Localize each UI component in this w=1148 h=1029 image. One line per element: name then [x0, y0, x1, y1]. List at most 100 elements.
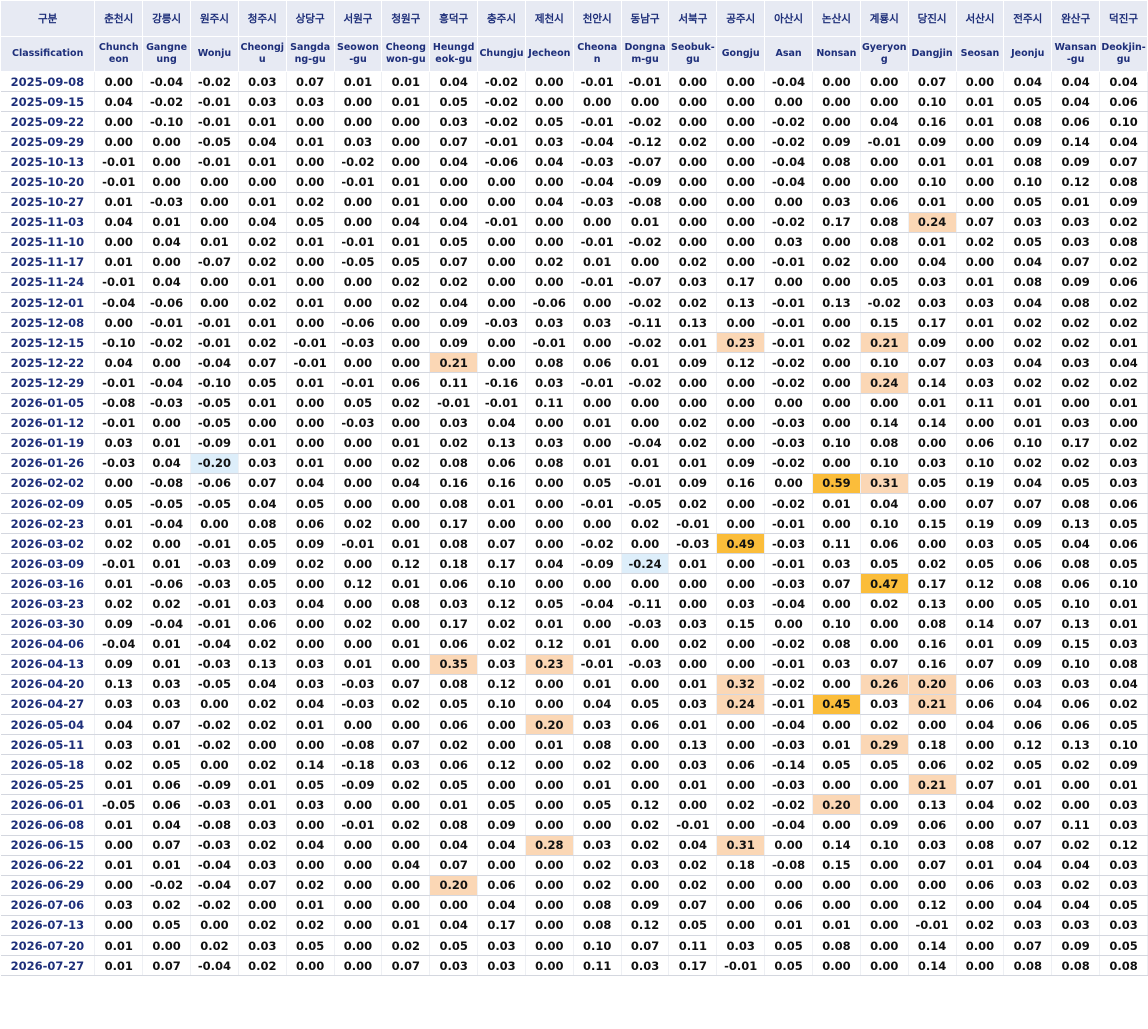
table-cell: -0.03: [94, 453, 144, 474]
table-row: 2026-03-02 0.02 0.00 -0.01 0.05 0.09 -0.01 0.01…: [0, 533, 1148, 555]
table-cell: 0.00: [525, 814, 574, 836]
table-cell: 0.04: [668, 835, 718, 856]
table-cell: 0.03: [381, 754, 431, 776]
table-cell: 0.01: [238, 312, 287, 334]
table-cell: 0.10: [908, 171, 957, 193]
table-cell: 0.04: [94, 352, 144, 374]
table-cell: -0.01: [621, 71, 670, 93]
table-cell: 0.00: [668, 654, 718, 675]
table-cell: 0.05: [1003, 533, 1053, 555]
table-cell: -0.04: [190, 855, 239, 876]
table-cell: -0.02: [621, 372, 670, 394]
table-cell: 0.03: [860, 694, 909, 716]
table-cell: 0.04: [1051, 91, 1101, 113]
table-cell: 0.02: [908, 553, 957, 575]
column-header-ko: 덕진구: [1099, 0, 1148, 37]
table-cell: 0.08: [1051, 493, 1101, 515]
table-cell: 0.00: [286, 111, 335, 133]
table-cell: 0.01: [381, 433, 431, 454]
table-cell: 0.04: [238, 493, 287, 515]
table-cell: 0.00: [94, 473, 144, 494]
table-cell: 0.00: [334, 493, 383, 515]
table-cell: 0.00: [860, 91, 909, 113]
table-cell: 0.00: [621, 393, 670, 414]
column-header-ko: 논산시: [811, 0, 861, 37]
table-cell: 0.08: [1099, 171, 1148, 193]
table-cell: 0.03: [764, 232, 813, 253]
row-date: 2026-01-26: [0, 453, 96, 474]
table-cell: -0.08: [621, 192, 670, 213]
table-cell: 0.07: [908, 352, 957, 374]
table-cell: 0.06: [238, 614, 287, 635]
table-cell: 0.09: [94, 614, 144, 635]
table-cell: -0.04: [94, 292, 144, 314]
table-cell: -0.01: [334, 372, 383, 394]
table-cell: 0.00: [525, 754, 574, 776]
table-cell: 0.03: [1003, 212, 1053, 233]
table-cell: -0.02: [477, 111, 526, 133]
table-cell: -0.04: [764, 71, 813, 93]
table-cell: 0.02: [286, 875, 335, 896]
table-cell: 0.07: [908, 71, 957, 93]
table-cell: -0.09: [334, 774, 383, 796]
table-cell: 0.00: [716, 111, 766, 133]
table-cell: 0.01: [238, 393, 287, 414]
table-cell: 0.01: [94, 955, 144, 977]
table-cell: 0.03: [1099, 814, 1148, 836]
table-cell: 0.01: [1003, 774, 1053, 796]
table-cell: 0.00: [334, 634, 383, 655]
table-cell: 0.04: [1003, 895, 1053, 916]
table-cell: 0.17: [477, 915, 526, 937]
table-cell: 0.01: [381, 634, 431, 655]
table-cell: 0.01: [908, 232, 957, 253]
table-cell: 0.00: [573, 614, 622, 635]
table-cell: 0.00: [381, 111, 431, 133]
table-cell: 0.03: [142, 674, 192, 695]
table-cell: 0.02: [238, 634, 287, 655]
table-cell: 0.01: [812, 734, 861, 756]
row-date: 2026-05-25: [0, 774, 96, 796]
table-cell: 0.08: [1003, 111, 1053, 133]
table-cell: 0.06: [1003, 714, 1053, 736]
table-cell: 0.03: [908, 292, 957, 314]
table-cell: 0.00: [477, 192, 526, 213]
column-header-en: Gangneung: [142, 36, 192, 72]
table-cell: 0.08: [573, 734, 622, 756]
table-cell: 0.00: [573, 393, 622, 414]
table-cell: 0.02: [429, 272, 479, 294]
column-header-en: Gyeryong: [859, 36, 909, 72]
table-cell: -0.03: [334, 694, 383, 716]
table-cell: 0.09: [429, 312, 479, 334]
table-cell: 0.08: [573, 895, 622, 916]
table-cell: 0.00: [956, 814, 1005, 836]
table-cell: 0.00: [286, 393, 335, 414]
table-cell: 0.11: [525, 393, 574, 414]
table-cell: 0.04: [477, 413, 526, 434]
table-cell: 0.00: [621, 634, 670, 655]
table-cell: 0.00: [334, 473, 383, 494]
row-date: 2026-06-01: [0, 794, 96, 816]
table-cell: 0.20: [908, 674, 957, 695]
row-date: 2026-02-02: [0, 473, 96, 494]
table-cell: 0.16: [908, 634, 957, 655]
row-date: 2026-01-05: [0, 393, 96, 414]
table-cell: -0.04: [573, 593, 622, 615]
table-cell: -0.08: [764, 855, 813, 876]
table-cell: 0.00: [812, 955, 861, 977]
table-cell: 0.03: [286, 91, 335, 113]
table-cell: 0.20: [525, 714, 574, 736]
row-date: 2026-06-29: [0, 875, 96, 896]
table-cell: 0.00: [908, 493, 957, 515]
table-cell: 0.12: [1003, 734, 1053, 756]
table-cell: 0.00: [286, 272, 335, 294]
table-cell: 0.02: [142, 895, 192, 916]
table-cell: 0.03: [94, 694, 144, 716]
table-cell: 0.13: [716, 292, 766, 314]
table-cell: 0.00: [334, 111, 383, 133]
table-cell: 0.08: [860, 232, 909, 253]
row-date: 2025-09-15: [0, 91, 96, 113]
table-cell: 0.02: [1099, 212, 1148, 233]
row-date: 2026-04-27: [0, 694, 96, 716]
table-cell: 0.04: [286, 835, 335, 856]
table-cell: 0.01: [573, 453, 622, 474]
